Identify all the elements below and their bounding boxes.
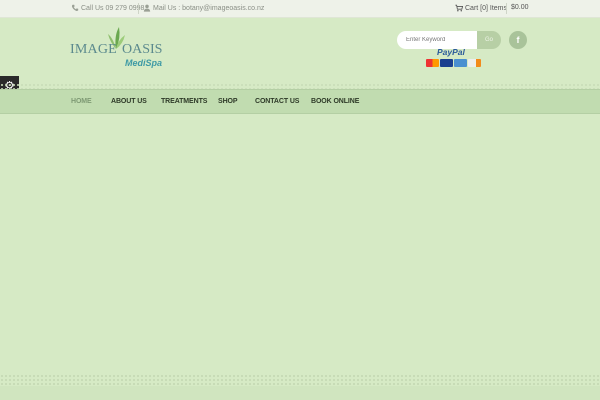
- nav-shop[interactable]: SHOP: [218, 98, 238, 105]
- topbar-divider: [138, 3, 139, 14]
- phone-icon: [71, 4, 79, 11]
- user-icon: [143, 4, 151, 12]
- logo-tagline: MediSpa: [125, 58, 163, 68]
- mastercard-icon: [426, 59, 439, 67]
- discover-icon: [468, 59, 481, 67]
- mail-contact[interactable]: Mail Us : botany@imageoasis.co.nz: [143, 4, 264, 12]
- site-logo[interactable]: IMAGE OASIS MediSpa: [70, 26, 162, 72]
- visa-icon: [440, 59, 453, 67]
- footer-pattern-strip: [0, 374, 600, 386]
- phone-text: Call Us 09 279 0998: [81, 4, 145, 12]
- nav-about-us[interactable]: ABOUT US: [111, 98, 147, 105]
- mail-text: Mail Us : botany@imageoasis.co.nz: [153, 4, 265, 12]
- logo-word-image: IMAGE: [70, 42, 117, 57]
- cart-link[interactable]: Cart [0] Items: [455, 4, 507, 12]
- cart-total: $0.00: [511, 4, 529, 11]
- nav-home[interactable]: HOME: [71, 98, 92, 105]
- paypal-logo: PayPal: [437, 47, 465, 57]
- phone-contact: Call Us 09 279 0998: [71, 4, 144, 12]
- payment-cards: [426, 59, 481, 67]
- logo-word-oasis: OASIS: [122, 42, 163, 57]
- facebook-icon[interactable]: f: [509, 31, 527, 49]
- cart-text: Cart [0] Items: [465, 4, 508, 12]
- amex-icon: [454, 59, 467, 67]
- paypal-badge: PayPal: [425, 47, 481, 71]
- nav-book-online[interactable]: BOOK ONLINE: [311, 98, 359, 105]
- nav-treatments[interactable]: TREATMENTS: [161, 98, 207, 105]
- top-bar: Call Us 09 279 0998 Mail Us : botany@ima…: [0, 0, 600, 18]
- nav-contact-us[interactable]: CONTACT US: [255, 98, 299, 105]
- topbar-divider: [506, 3, 507, 14]
- cart-icon: [455, 4, 463, 12]
- footer-band: [0, 386, 600, 400]
- main-navigation: HOME ABOUT US TREATMENTS SHOP CONTACT US…: [0, 89, 600, 114]
- cart-total-text: $0.00: [511, 4, 529, 11]
